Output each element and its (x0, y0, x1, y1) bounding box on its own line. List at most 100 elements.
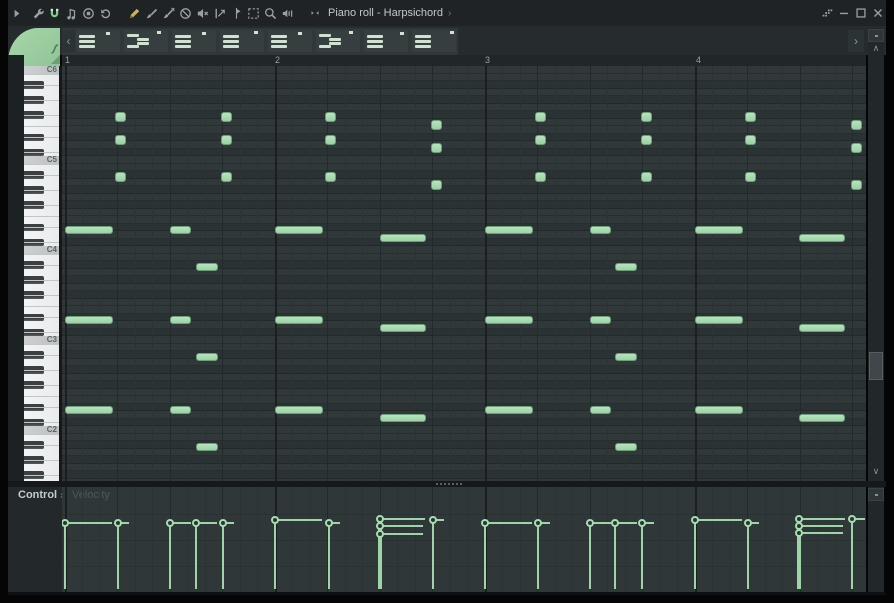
midi-note[interactable] (115, 112, 126, 122)
zoom-tool-icon[interactable] (262, 5, 279, 21)
velocity-handle[interactable] (585, 519, 594, 527)
midi-note[interactable] (640, 135, 652, 145)
midi-note[interactable] (745, 172, 756, 182)
midi-note[interactable] (275, 226, 323, 234)
midi-note[interactable] (535, 112, 546, 122)
midi-note[interactable] (430, 143, 442, 153)
midi-note[interactable] (430, 120, 442, 130)
velocity-handle[interactable] (62, 519, 69, 527)
slide-tool-icon[interactable] (211, 5, 228, 21)
scroll-down-icon[interactable]: ∨ (868, 466, 884, 477)
midi-note[interactable] (589, 226, 611, 234)
velocity-stem[interactable] (746, 523, 749, 589)
velocity-stem[interactable] (614, 523, 616, 589)
velocity-handle[interactable] (611, 519, 619, 527)
midi-note[interactable] (170, 406, 191, 414)
midi-note[interactable] (170, 316, 191, 324)
stamp-button[interactable] (364, 30, 408, 52)
velocity-stem[interactable] (221, 523, 224, 589)
midi-note[interactable] (220, 135, 232, 145)
playback-tool-icon[interactable] (279, 5, 296, 21)
wrench-icon[interactable] (29, 5, 46, 21)
velocity-stem[interactable] (693, 520, 696, 589)
midi-note[interactable] (325, 135, 336, 145)
detach-button[interactable] (818, 5, 835, 21)
velocity-handle[interactable] (324, 519, 333, 527)
piano-key-C2[interactable]: C2 (24, 426, 59, 434)
midi-note[interactable] (850, 143, 862, 153)
midi-note[interactable] (170, 226, 191, 234)
velocity-handle[interactable] (638, 519, 646, 527)
velocity-handle[interactable] (690, 516, 699, 524)
velocity-handle[interactable] (271, 516, 279, 524)
midi-note[interactable] (484, 316, 533, 324)
velocity-handle[interactable] (534, 519, 542, 527)
midi-note[interactable] (640, 172, 652, 182)
stamp-button[interactable] (124, 30, 168, 52)
midi-note[interactable] (430, 180, 442, 190)
note-grid[interactable] (62, 66, 866, 481)
brush-icon[interactable] (143, 5, 160, 21)
midi-note[interactable] (64, 226, 113, 234)
pencil-icon[interactable] (126, 5, 143, 21)
velocity-handle[interactable] (376, 530, 384, 538)
vertical-scrollbar[interactable] (868, 28, 884, 592)
velocity-handle[interactable] (113, 519, 122, 527)
midi-note[interactable] (745, 112, 756, 122)
minimize-button[interactable] (835, 5, 852, 21)
midi-note[interactable] (850, 180, 862, 190)
velocity-handle[interactable] (166, 519, 174, 527)
midi-note[interactable] (379, 414, 426, 422)
midi-note[interactable] (220, 172, 232, 182)
midi-note[interactable] (325, 112, 336, 122)
control-scrollbar-menu-button[interactable] (868, 488, 884, 501)
midi-note[interactable] (484, 406, 533, 414)
piano-keyboard[interactable]: C6 C5 C4 C3 C2 (24, 66, 59, 481)
piano-key-C5[interactable]: C5 (24, 156, 59, 164)
midi-note[interactable] (535, 172, 546, 182)
stamp-scroll-left-button[interactable]: ‹ (62, 30, 75, 52)
velocity-handle[interactable] (743, 519, 752, 527)
midi-note[interactable] (64, 406, 113, 414)
scrollbar-menu-button[interactable] (868, 29, 884, 42)
midi-note[interactable] (615, 263, 637, 271)
undo-icon[interactable] (97, 5, 114, 21)
piano-key-C6[interactable]: C6 (24, 66, 59, 74)
velocity-lane[interactable]: Velocity (62, 487, 866, 594)
note-icon[interactable] (63, 5, 80, 21)
select-tool-icon[interactable] (245, 5, 262, 21)
close-button[interactable] (869, 5, 886, 21)
stamp-button[interactable] (268, 30, 312, 52)
delete-brush-icon[interactable] (160, 5, 177, 21)
slice-tool-icon[interactable] (228, 5, 245, 21)
midi-note[interactable] (115, 135, 126, 145)
midi-note[interactable] (195, 263, 218, 271)
velocity-stem[interactable] (483, 523, 486, 589)
window-title-group[interactable]: Piano roll - Harpsichord › (306, 5, 451, 21)
midi-note[interactable] (745, 135, 756, 145)
velocity-handle[interactable] (480, 519, 489, 527)
midi-note[interactable] (589, 406, 611, 414)
velocity-handle[interactable] (794, 529, 803, 537)
velocity-stem[interactable] (641, 523, 643, 589)
velocity-handle[interactable] (848, 515, 856, 523)
velocity-handle[interactable] (191, 519, 200, 527)
midi-note[interactable] (694, 316, 743, 324)
midi-note[interactable] (275, 406, 323, 414)
record-icon[interactable] (80, 5, 97, 21)
midi-note[interactable] (379, 324, 426, 332)
midi-note[interactable] (115, 172, 126, 182)
velocity-stem[interactable] (116, 523, 119, 589)
piano-key-C4[interactable]: C4 (24, 246, 59, 254)
control-panel-label[interactable]: Control › (18, 489, 64, 501)
midi-note[interactable] (535, 135, 546, 145)
midi-note[interactable] (220, 112, 232, 122)
midi-note[interactable] (615, 443, 637, 451)
velocity-stem[interactable] (431, 520, 434, 589)
midi-note[interactable] (798, 324, 845, 332)
velocity-stem[interactable] (194, 523, 197, 589)
velocity-stem[interactable] (169, 523, 171, 589)
midi-note[interactable] (798, 234, 845, 242)
velocity-stem[interactable] (327, 523, 330, 589)
midi-note[interactable] (640, 112, 652, 122)
